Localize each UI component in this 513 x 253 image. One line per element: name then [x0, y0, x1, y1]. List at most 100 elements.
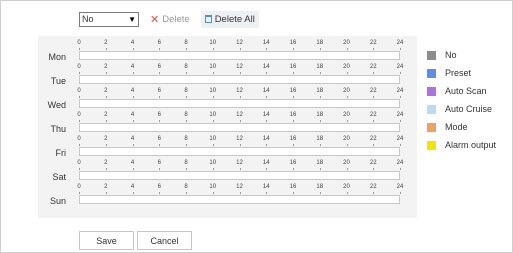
hour-tick-label: 14	[262, 184, 270, 190]
hour-tick-mark	[319, 120, 321, 122]
hour-tick-mark	[186, 144, 187, 146]
hour-tick-label: 20	[343, 112, 350, 118]
day-timeline-bar[interactable]	[79, 171, 400, 180]
hour-tick-mark	[159, 192, 161, 194]
hour-tick-mark	[105, 144, 107, 146]
day-label: Fri	[55, 148, 67, 158]
day-timeline-bar[interactable]	[79, 75, 400, 84]
hour-tick-label: 4	[130, 136, 135, 142]
legend-label: Preset	[445, 68, 472, 78]
hour-tick-label: 14	[262, 112, 270, 118]
hour-tick-mark	[373, 192, 375, 194]
hour-tick-label: 16	[289, 136, 297, 142]
hour-tick-mark	[159, 120, 161, 122]
hour-tick-mark	[212, 96, 214, 98]
day-timeline-bar[interactable]	[79, 147, 400, 156]
hour-tick-mark	[373, 120, 375, 122]
hour-tick-mark	[400, 72, 401, 74]
legend-item: Preset	[427, 64, 496, 82]
hour-tick-mark	[132, 192, 134, 194]
hour-tick-mark	[159, 72, 161, 74]
schedule-legend: No Preset Auto Scan Auto Cruise Mode Alarm ou…	[427, 46, 496, 154]
hour-tick-mark	[346, 144, 348, 146]
hour-tick-label: 18	[316, 40, 324, 46]
hour-tick-mark	[132, 48, 134, 50]
hour-tick-mark	[239, 72, 241, 74]
delete-button[interactable]: ✕ Delete	[147, 11, 193, 28]
hour-tick-mark	[293, 168, 294, 170]
cancel-label: Cancel	[150, 235, 179, 246]
hour-tick-label: 2	[104, 184, 108, 190]
day-timeline-bar[interactable]	[79, 123, 400, 132]
day-timeline-bar[interactable]	[79, 99, 400, 108]
hour-tick-mark	[105, 96, 107, 98]
hour-tick-mark	[293, 48, 294, 50]
hour-tick-label: 20	[343, 40, 350, 46]
hour-tick-label: 4	[130, 160, 135, 166]
day-timeline-bar[interactable]	[79, 51, 400, 60]
day-label: Sat	[52, 172, 66, 182]
legend-swatch	[427, 122, 436, 132]
hour-tick-mark	[239, 168, 241, 170]
close-icon: ✕	[150, 13, 160, 26]
hour-tick-label: 10	[209, 136, 217, 142]
hour-tick-label: 4	[130, 184, 135, 190]
hour-tick-label: 12	[236, 88, 243, 94]
save-button[interactable]: Save	[79, 231, 134, 250]
hour-tick-mark	[266, 48, 268, 50]
hour-tick-label: 24	[396, 88, 404, 94]
legend-item: Mode	[427, 118, 496, 136]
hour-tick-label: 10	[209, 40, 217, 46]
hour-tick-mark	[79, 192, 80, 194]
hour-tick-mark	[266, 192, 268, 194]
hour-tick-mark	[266, 144, 268, 146]
schedule-row-thu: 0 2 4 6 8 10 12 14 16 18 20 22 24 Thu	[38, 111, 417, 135]
legend-item: Auto Cruise	[427, 100, 496, 118]
hour-tick-mark	[105, 120, 107, 122]
hour-tick-mark	[373, 48, 375, 50]
hour-tick-label: 8	[184, 136, 188, 142]
hour-tick-label: 10	[209, 88, 217, 94]
hour-scale: 0 2 4 6 8 10 12 14 16 18 20 22 24	[77, 135, 441, 146]
hour-tick-label: 12	[236, 160, 243, 166]
hour-tick-mark	[239, 144, 241, 146]
hour-tick-mark	[132, 120, 134, 122]
hour-tick-mark	[346, 48, 348, 50]
hour-tick-mark	[105, 72, 107, 74]
hour-tick-mark	[186, 120, 187, 122]
hour-tick-label: 14	[262, 40, 270, 46]
hour-tick-mark	[293, 96, 294, 98]
hour-tick-mark	[293, 120, 294, 122]
hour-tick-label: 4	[130, 40, 135, 46]
hour-tick-mark	[319, 192, 321, 194]
day-timeline-bar[interactable]	[79, 195, 400, 204]
hour-tick-label: 8	[184, 160, 188, 166]
hour-tick-mark	[159, 48, 161, 50]
schedule-row-wed: 0 2 4 6 8 10 12 14 16 18 20 22 24 Wed	[38, 87, 417, 111]
trash-icon	[204, 15, 212, 23]
schedule-row-sun: 0 2 4 6 8 10 12 14 16 18 20 22 24 Sun	[38, 183, 417, 207]
hour-tick-label: 14	[262, 136, 270, 142]
hour-tick-mark	[105, 48, 107, 50]
hour-tick-label: 16	[289, 64, 297, 70]
schedule-row-mon: 0 2 4 6 8 10 12 14 16 18 20 22 24 Mon	[38, 39, 417, 63]
hour-tick-label: 18	[316, 64, 324, 70]
hour-tick-mark	[400, 120, 401, 122]
hour-tick-label: 8	[184, 112, 188, 118]
hour-tick-mark	[159, 96, 161, 98]
hour-tick-label: 6	[157, 136, 161, 142]
hour-tick-mark	[186, 48, 187, 50]
delete-all-button[interactable]: Delete All	[200, 10, 259, 28]
hour-tick-label: 2	[104, 136, 108, 142]
hour-tick-mark	[239, 48, 241, 50]
chevron-down-icon: ▼	[128, 14, 136, 24]
hour-tick-label: 22	[369, 64, 377, 70]
cancel-button[interactable]: Cancel	[137, 231, 192, 250]
hour-tick-label: 6	[157, 88, 161, 94]
hour-tick-mark	[400, 96, 401, 98]
hour-tick-label: 20	[343, 88, 350, 94]
mode-select[interactable]: No ▼	[79, 11, 139, 27]
hour-tick-mark	[373, 168, 375, 170]
schedule-row-fri: 0 2 4 6 8 10 12 14 16 18 20 22 24 Fri	[38, 135, 417, 159]
hour-tick-label: 2	[104, 40, 108, 46]
